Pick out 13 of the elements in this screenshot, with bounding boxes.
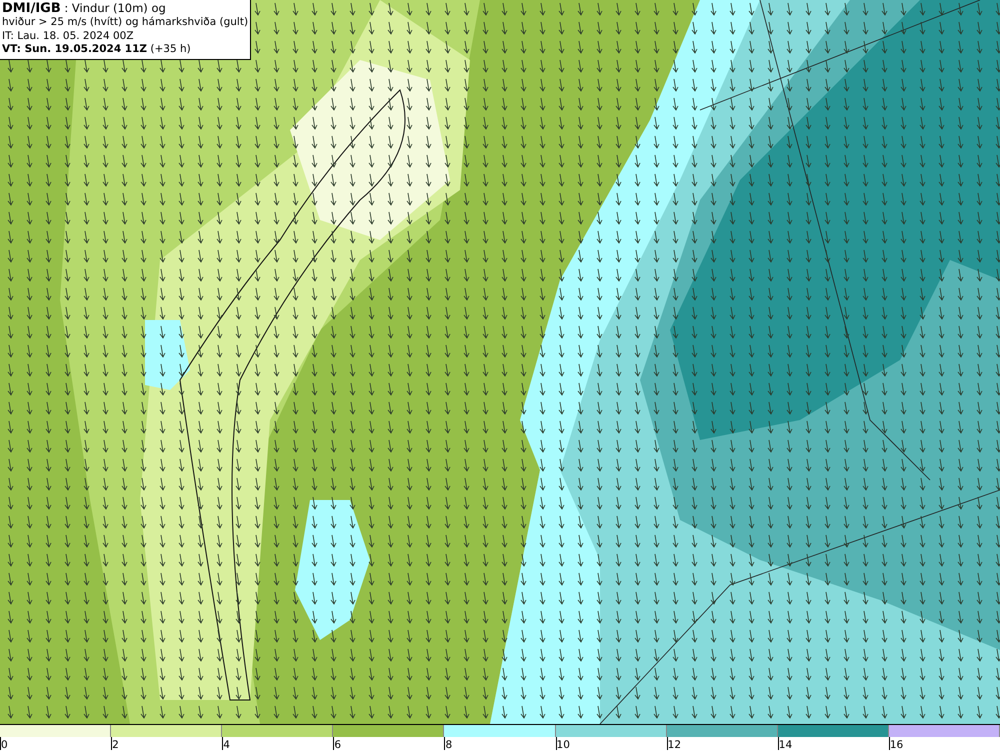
map-title: DMI/IGB : Vindur (10m) og bbox=[2, 1, 167, 16]
legend-label: 12 bbox=[666, 737, 778, 750]
legend-label: 16 bbox=[888, 737, 1000, 750]
legend-label: 2 bbox=[111, 737, 222, 750]
legend-label: 14 bbox=[778, 737, 889, 750]
legend-label: 0 bbox=[0, 737, 112, 750]
legend-label: 4 bbox=[222, 737, 334, 750]
map-subtitle: hviður > 25 m/s (hvítt) og hámarkshviða (gult) bbox=[2, 16, 248, 30]
legend-label: 8 bbox=[444, 737, 556, 750]
valid-time: VT: Sun. 19.05.2024 11Z (+35 h) bbox=[2, 43, 192, 56]
issue-time: IT: Lau. 18. 05. 2024 00Z bbox=[2, 30, 135, 43]
legend-label: 10 bbox=[556, 737, 667, 750]
legend-label: 6 bbox=[333, 737, 444, 750]
